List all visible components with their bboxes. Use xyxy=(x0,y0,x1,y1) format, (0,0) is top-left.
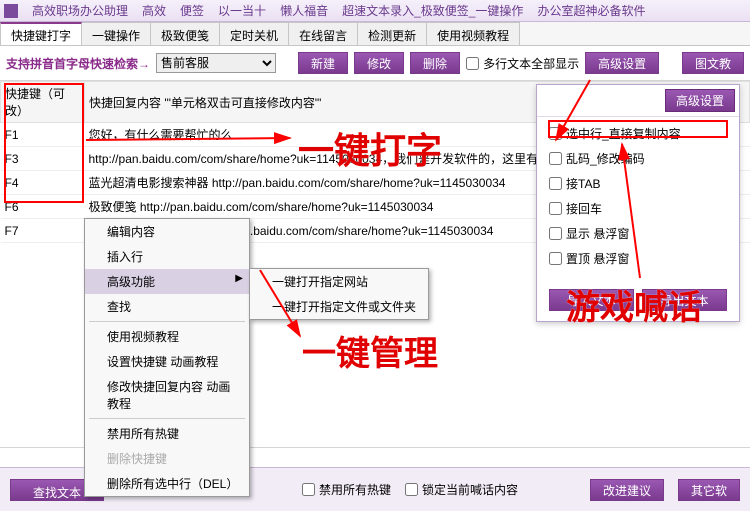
panel-option[interactable]: 选中行_直接复制内容 xyxy=(549,125,727,142)
title-item: 以一当十 xyxy=(218,2,266,19)
disable-all-checkbox[interactable]: 禁用所有热键 xyxy=(302,481,391,498)
title-item: 超速文本录入_极致便签_一键操作 xyxy=(342,2,523,19)
title-item: 高效职场办公助理 xyxy=(32,2,128,19)
sub-open-file[interactable]: 一键打开指定文件或文件夹 xyxy=(250,294,428,319)
ctx-delete-hotkey[interactable]: 删除快捷键 xyxy=(85,446,249,471)
category-select[interactable]: 售前客服 xyxy=(156,53,276,73)
search-label: 支持拼音首字母快速检索→ xyxy=(6,55,150,72)
annotation-one-key-manage: 一键管理 xyxy=(302,326,438,375)
suggest-button[interactable]: 改进建议 xyxy=(590,479,664,501)
tab-strip: 快捷键打字 一键操作 极致便笺 定时关机 在线留言 检测更新 使用视频教程 xyxy=(0,22,750,46)
cell-hotkey[interactable]: F6 xyxy=(1,195,85,219)
cell-hotkey[interactable]: F4 xyxy=(1,171,85,195)
ctx-set-hotkey-anim[interactable]: 设置快捷键 动画教程 xyxy=(85,349,249,374)
ctx-video-tutorial[interactable]: 使用视频教程 xyxy=(85,324,249,349)
tab-hotkey-type[interactable]: 快捷键打字 xyxy=(0,22,82,45)
toolbar: 支持拼音首字母快速检索→ 售前客服 新建 修改 删除 多行文本全部显示 高级设置… xyxy=(0,46,750,81)
context-submenu: 一键打开指定网站 一键打开指定文件或文件夹 xyxy=(249,268,429,320)
panel-option[interactable]: 显示 悬浮窗 xyxy=(549,225,727,242)
lock-shout-checkbox[interactable]: 锁定当前喊话内容 xyxy=(405,481,518,498)
panel-option[interactable]: 乱码_修改编码 xyxy=(549,150,727,167)
context-menu: 编辑内容 插入行 高级功能 查找 使用视频教程 设置快捷键 动画教程 修改快捷回… xyxy=(84,218,250,497)
panel-option[interactable]: 置顶 悬浮窗 xyxy=(549,250,727,267)
multiline-checkbox[interactable]: 多行文本全部显示 xyxy=(466,55,579,72)
ctx-insert-row[interactable]: 插入行 xyxy=(85,244,249,269)
delete-button[interactable]: 删除 xyxy=(410,52,460,74)
cell-hotkey[interactable]: F1 xyxy=(1,123,85,147)
advanced-panel: 高级设置 选中行_直接复制内容乱码_修改编码接TAB 接回车显示 悬浮窗置顶 悬浮… xyxy=(536,84,740,322)
imgtext-button[interactable]: 图文教 xyxy=(682,52,744,74)
tab-video-tutorial[interactable]: 使用视频教程 xyxy=(426,22,520,45)
sub-open-website[interactable]: 一键打开指定网站 xyxy=(250,269,428,294)
cell-hotkey[interactable]: F3 xyxy=(1,147,85,171)
col-header-key[interactable]: 快捷键（可改） xyxy=(1,82,85,123)
export-text-button[interactable]: 导出文本 xyxy=(642,289,727,311)
other-software-button[interactable]: 其它软 xyxy=(678,479,740,501)
advanced-button[interactable]: 高级设置 xyxy=(585,52,659,74)
tab-update[interactable]: 检测更新 xyxy=(357,22,427,45)
cell-hotkey[interactable]: F7 xyxy=(1,219,85,243)
title-item: 高效 xyxy=(142,2,166,19)
panel-option[interactable]: 接回车 xyxy=(549,200,727,217)
title-item: 便签 xyxy=(180,2,204,19)
tab-one-click[interactable]: 一键操作 xyxy=(81,22,151,45)
title-item: 懒人福音 xyxy=(280,2,328,19)
ctx-find[interactable]: 查找 xyxy=(85,294,249,319)
new-button[interactable]: 新建 xyxy=(298,52,348,74)
title-item: 办公室超神必备软件 xyxy=(537,2,645,19)
tab-sticky-note[interactable]: 极致便笺 xyxy=(150,22,220,45)
tab-shutdown[interactable]: 定时关机 xyxy=(219,22,289,45)
panel-option[interactable]: 接TAB xyxy=(549,175,727,192)
app-icon xyxy=(4,4,18,18)
ctx-advanced[interactable]: 高级功能 xyxy=(85,269,249,294)
ctx-disable-all[interactable]: 禁用所有热键 xyxy=(85,421,249,446)
import-text-button[interactable]: 导入文本 xyxy=(549,289,634,311)
title-bar: 高效职场办公助理 高效 便签 以一当十 懒人福音 超速文本录入_极致便签_一键操… xyxy=(0,0,750,22)
ctx-edit-reply-anim[interactable]: 修改快捷回复内容 动画教程 xyxy=(85,374,249,416)
ctx-delete-selected[interactable]: 删除所有选中行（DEL） xyxy=(85,471,249,496)
tab-online-msg[interactable]: 在线留言 xyxy=(288,22,358,45)
ctx-edit-content[interactable]: 编辑内容 xyxy=(85,219,249,244)
panel-header-button[interactable]: 高级设置 xyxy=(665,89,735,112)
edit-button[interactable]: 修改 xyxy=(354,52,404,74)
